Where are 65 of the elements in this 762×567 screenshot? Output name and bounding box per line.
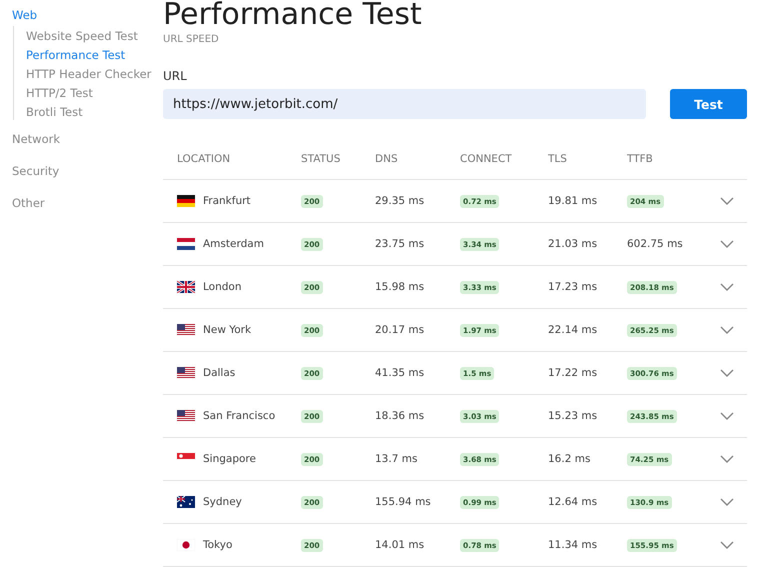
table-cell-text: 155.94 ms <box>375 496 432 508</box>
table-cell-text: 11.34 ms <box>548 539 598 551</box>
sidebar-section[interactable]: Other <box>12 196 163 210</box>
sidebar-section[interactable]: Security <box>12 164 163 178</box>
table-cell-text: 22.14 ms <box>548 324 598 336</box>
table-cell-text: 15.23 ms <box>548 410 598 422</box>
column-header: LOCATION <box>177 153 232 165</box>
flag-icon <box>177 496 195 508</box>
chevron-icon[interactable] <box>720 541 734 549</box>
table-cell-text: 13.7 ms <box>375 453 418 465</box>
chevron-icon[interactable] <box>720 283 734 291</box>
chevron-icon[interactable] <box>720 412 734 420</box>
column-header: CONNECT <box>460 153 513 165</box>
table-cell-text: 41.35 ms <box>375 367 426 379</box>
location-name: Dallas <box>203 367 236 379</box>
table-cell-text: 23.75 ms <box>375 238 426 250</box>
column-header: TTFB <box>627 153 654 165</box>
location-name: New York <box>203 324 252 336</box>
column-header: DNS <box>375 153 399 165</box>
chevron-icon[interactable] <box>720 369 734 377</box>
chevron-icon[interactable] <box>720 498 734 506</box>
table-cell-text: 29.35 ms <box>375 195 426 207</box>
table-cell-text: 17.23 ms <box>548 281 598 293</box>
table-cell-text: 12.64 ms <box>548 496 598 508</box>
table-cell-text: 15.98 ms <box>375 281 426 293</box>
location-name: Singapore <box>203 453 256 465</box>
sidebar-section[interactable]: Web <box>12 8 163 22</box>
location-name: London <box>203 281 242 293</box>
column-header: STATUS <box>301 153 342 165</box>
table-cell-text: 21.03 ms <box>548 238 598 250</box>
location-name: Sydney <box>203 496 242 508</box>
chevron-icon[interactable] <box>720 197 734 205</box>
table-cell-text: 14.01 ms <box>375 539 426 551</box>
location-name: Amsterdam <box>203 238 264 250</box>
location-name: Tokyo <box>203 539 232 551</box>
sidebar-item[interactable]: HTTP Header Checker <box>26 66 163 82</box>
table-cell-text: 18.36 ms <box>375 410 426 422</box>
flag-icon <box>177 238 195 250</box>
table-cell-text: 17.22 ms <box>548 367 598 379</box>
sidebar-section[interactable]: Network <box>12 132 163 146</box>
flag-icon <box>177 410 195 422</box>
table-cell-text: 16.2 ms <box>548 453 592 465</box>
flag-icon <box>177 367 195 379</box>
flag-icon <box>177 539 195 551</box>
page-subtitle: URL SPEED <box>163 34 220 45</box>
chevron-icon[interactable] <box>720 455 734 463</box>
table-cell-text: 20.17 ms <box>375 324 426 336</box>
sidebar-item[interactable]: Performance Test <box>26 47 163 63</box>
url-field[interactable]: https://www.jetorbit.com/ <box>163 89 646 119</box>
table-cell-text: 19.81 ms <box>548 195 598 207</box>
test-button[interactable]: Test <box>670 89 747 119</box>
flag-icon <box>177 281 195 293</box>
flag-icon <box>177 324 195 336</box>
sidebar-item[interactable]: Website Speed Test <box>26 28 163 44</box>
sidebar-item[interactable]: HTTP/2 Test <box>26 85 163 101</box>
location-name: San Francisco <box>203 410 276 422</box>
chevron-icon[interactable] <box>720 326 734 334</box>
sidebar-item[interactable]: Brotli Test <box>26 104 163 120</box>
flag-icon <box>177 195 195 207</box>
page-title: Performance Test <box>163 0 423 34</box>
column-header: TLS <box>548 153 568 165</box>
table-cell-text: 602.75 ms <box>627 238 684 250</box>
location-name: Frankfurt <box>203 195 251 207</box>
field-label: URL <box>163 69 188 83</box>
chevron-icon[interactable] <box>720 240 734 248</box>
